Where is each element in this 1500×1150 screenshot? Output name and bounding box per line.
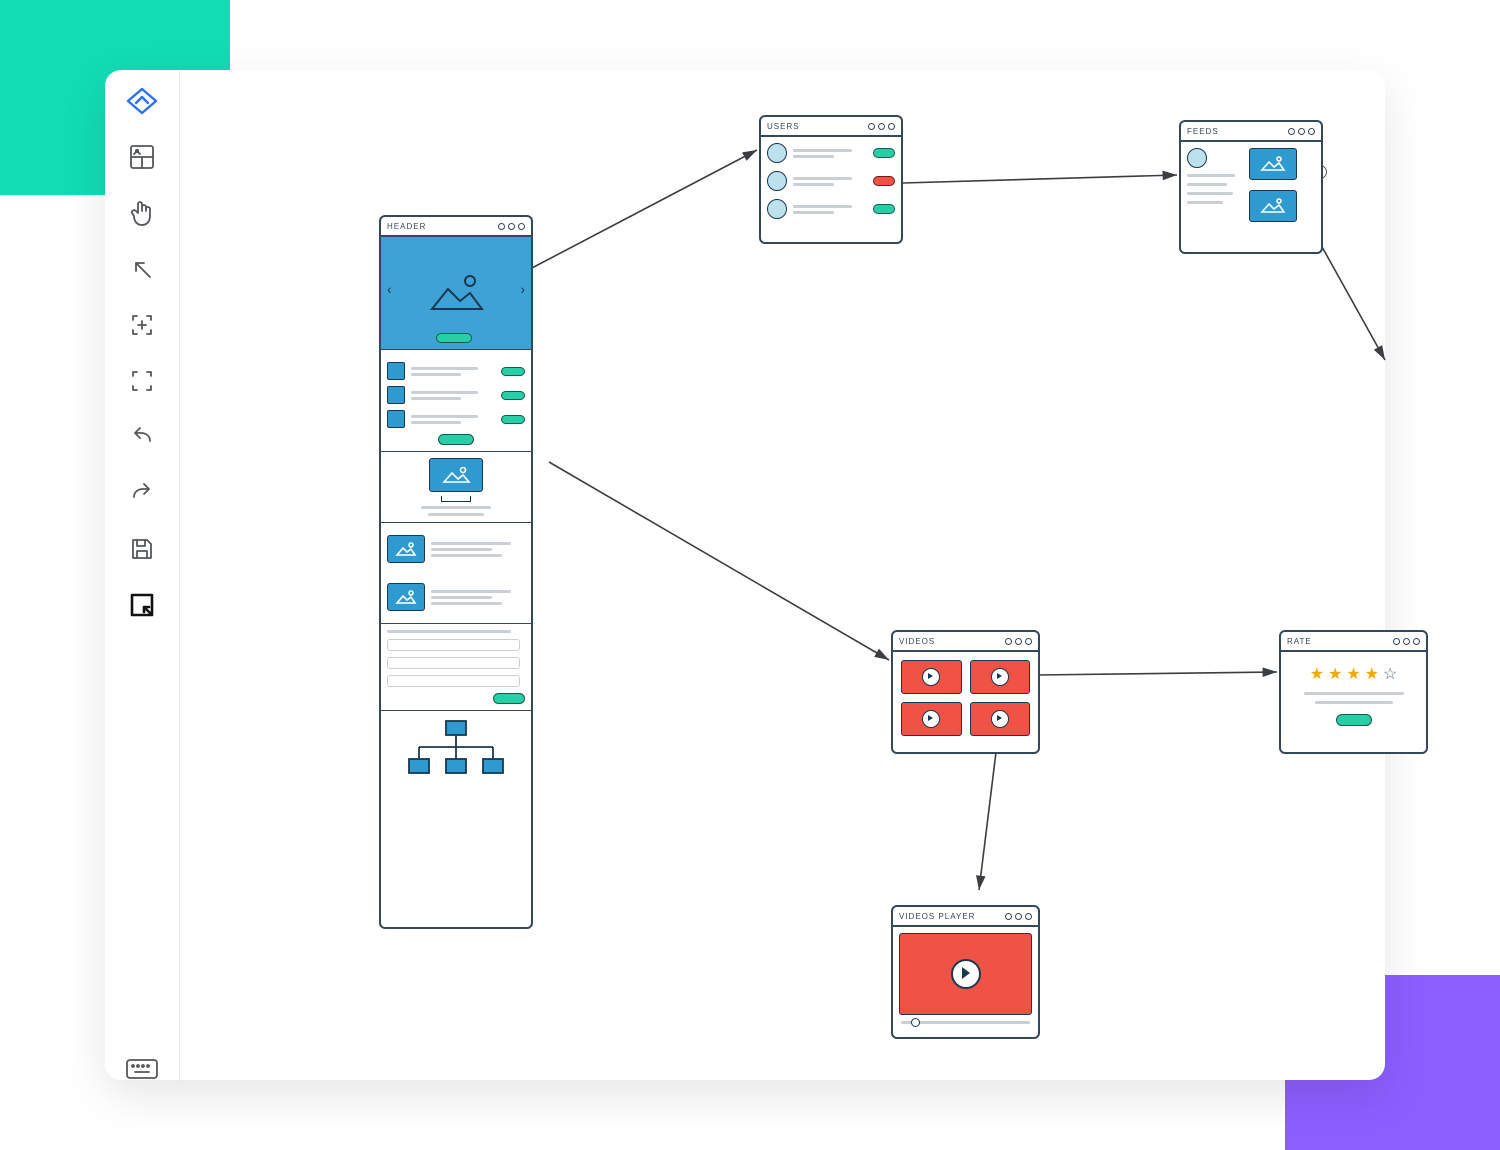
avatar-icon <box>767 143 787 163</box>
thumb-icon <box>387 410 405 428</box>
toggle-on[interactable] <box>873 204 895 214</box>
video-player[interactable] <box>899 933 1032 1015</box>
frame-add-icon[interactable] <box>121 304 163 346</box>
image-placeholder-icon <box>426 271 486 315</box>
toggle-on[interactable] <box>873 148 895 158</box>
video-thumb[interactable] <box>970 702 1031 736</box>
monitor-icon[interactable] <box>429 458 483 492</box>
toolbar <box>105 70 180 1090</box>
feed-image[interactable] <box>1249 148 1297 180</box>
frame-feeds[interactable]: FEEDS <box>1179 120 1323 254</box>
thumb-icon <box>387 362 405 380</box>
video-thumb[interactable] <box>901 702 962 736</box>
star-icon[interactable]: ★ <box>1346 664 1360 684</box>
action-pill[interactable] <box>501 391 525 400</box>
media-pair-section <box>381 523 531 624</box>
star-icon[interactable]: ☆ <box>1383 664 1397 684</box>
video-thumb[interactable] <box>901 660 962 694</box>
frame-feeds-title: FEEDS <box>1187 127 1219 136</box>
list-section <box>381 350 531 452</box>
window-controls-icon <box>498 223 525 230</box>
window-controls-icon <box>1393 638 1420 645</box>
video-thumb[interactable] <box>970 660 1031 694</box>
star-icon[interactable]: ★ <box>1328 664 1342 684</box>
progress-slider[interactable] <box>901 1021 1030 1024</box>
undo-icon[interactable] <box>121 416 163 458</box>
user-row[interactable] <box>767 171 895 191</box>
action-pill[interactable] <box>501 415 525 424</box>
play-icon <box>922 668 940 686</box>
list-item[interactable] <box>387 410 525 428</box>
layout-panel-icon[interactable] <box>121 136 163 178</box>
frame-icon[interactable] <box>121 360 163 402</box>
star-icon[interactable]: ★ <box>1310 664 1324 684</box>
submit-button[interactable] <box>1336 714 1372 726</box>
canvas[interactable]: HEADER ‹ › <box>179 70 1385 1080</box>
feed-image[interactable] <box>1249 190 1297 222</box>
input-field[interactable] <box>387 639 520 651</box>
pointer-hand-icon[interactable] <box>121 192 163 234</box>
app-panel: HEADER ‹ › <box>105 70 1385 1080</box>
frame-videos-player-title: VIDEOS PLAYER <box>899 912 975 921</box>
star-rating[interactable]: ★ ★ ★ ★ ☆ <box>1281 664 1426 684</box>
window-controls-icon <box>1005 913 1032 920</box>
play-icon <box>991 710 1009 728</box>
star-icon[interactable]: ★ <box>1365 664 1379 684</box>
chevron-left-icon[interactable]: ‹ <box>387 281 392 297</box>
redo-icon[interactable] <box>121 472 163 514</box>
frame-users[interactable]: USERS <box>759 115 903 244</box>
frame-videos[interactable]: VIDEOS <box>891 630 1040 754</box>
input-field[interactable] <box>387 657 520 669</box>
frame-header-title: HEADER <box>387 222 426 231</box>
window-controls-icon <box>1005 638 1032 645</box>
avatar-icon <box>767 199 787 219</box>
frame-videos-player[interactable]: VIDEOS PLAYER <box>891 905 1040 1039</box>
window-controls-icon <box>868 123 895 130</box>
user-row[interactable] <box>767 199 895 219</box>
image-thumb[interactable] <box>387 583 425 611</box>
cta-button[interactable] <box>438 434 474 445</box>
avatar-icon <box>767 171 787 191</box>
frame-videos-title: VIDEOS <box>899 637 935 646</box>
toggle-off[interactable] <box>873 176 895 186</box>
play-icon <box>991 668 1009 686</box>
frame-rate-title: RATE <box>1287 637 1312 646</box>
input-field[interactable] <box>387 675 520 687</box>
list-item[interactable] <box>387 386 525 404</box>
avatar-icon <box>1187 148 1207 168</box>
play-icon[interactable] <box>951 959 981 989</box>
keyboard-icon[interactable] <box>121 1048 163 1090</box>
carousel-indicator[interactable] <box>436 333 472 343</box>
chevron-right-icon[interactable]: › <box>520 281 525 297</box>
org-chart-section <box>381 711 531 793</box>
logo-icon[interactable] <box>121 80 163 122</box>
hero-carousel[interactable]: ‹ › <box>381 237 531 350</box>
monitor-section <box>381 452 531 523</box>
crop-resize-icon[interactable] <box>121 584 163 626</box>
user-row[interactable] <box>767 143 895 163</box>
arrow-nw-icon[interactable] <box>121 248 163 290</box>
form-section <box>381 624 531 711</box>
frame-users-title: USERS <box>767 122 800 131</box>
list-item[interactable] <box>387 362 525 380</box>
save-icon[interactable] <box>121 528 163 570</box>
frame-header[interactable]: HEADER ‹ › <box>379 215 533 929</box>
action-pill[interactable] <box>501 367 525 376</box>
window-controls-icon <box>1288 128 1315 135</box>
org-chart-icon <box>401 717 511 787</box>
frame-rate[interactable]: RATE ★ ★ ★ ★ ☆ <box>1279 630 1428 754</box>
play-icon <box>922 710 940 728</box>
image-thumb[interactable] <box>387 535 425 563</box>
thumb-icon <box>387 386 405 404</box>
submit-button[interactable] <box>493 693 525 704</box>
